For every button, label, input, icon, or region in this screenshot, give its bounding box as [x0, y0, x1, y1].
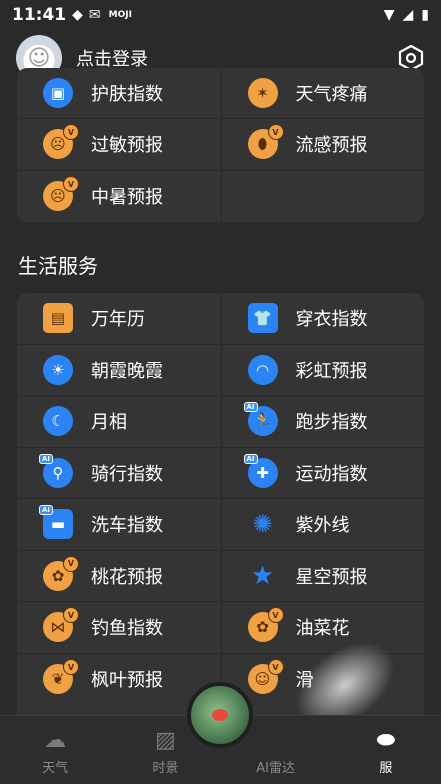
- grid-item-sunrise[interactable]: ☀ 朝霞晚霞: [17, 345, 221, 396]
- dumbbell-icon: ✚: [243, 453, 278, 488]
- fish-icon: ⋈: [43, 607, 79, 643]
- ai-radar-button[interactable]: [187, 682, 253, 748]
- list-row: ☀ 朝霞晚霞 ◠ 彩虹预报: [17, 344, 425, 396]
- item-label: 骑行指数: [91, 463, 163, 485]
- list-row: ☾ 月相 🏃 跑步指数: [17, 396, 424, 448]
- photo-icon: ▨: [154, 728, 176, 753]
- tab-label: 服: [379, 761, 393, 776]
- item-label: 彩虹预报: [295, 360, 368, 382]
- pain-icon: ✶: [247, 78, 278, 108]
- item-label: 万年历: [91, 309, 145, 331]
- item-label: 天气疼痛: [295, 84, 368, 105]
- grid-item-rainbow[interactable]: ◠ 彩虹预报: [220, 344, 425, 395]
- skincare-icon: ▣: [43, 78, 73, 108]
- services-icon: ⬬: [376, 728, 396, 753]
- status-bar: 11:41 ◆ ✉ MOJI ▼ ◢ ▮: [0, 0, 441, 30]
- notification-icon: ◆: [72, 7, 83, 23]
- grid-item-empty: [220, 170, 425, 222]
- status-time: 11:41: [12, 5, 67, 25]
- star-icon: ★: [250, 560, 275, 591]
- grid-item-uv[interactable]: ✺ 紫外线: [220, 499, 425, 550]
- rainbow-icon: ◠: [247, 354, 278, 385]
- moji-label: MOJI: [108, 10, 132, 20]
- cloud-icon: ☁: [44, 728, 67, 753]
- item-label: 紫外线: [295, 515, 350, 537]
- sunrise-icon: ☀: [43, 354, 73, 385]
- section-title: 生活服务: [18, 254, 98, 278]
- grid-item-rapeseed[interactable]: ✿ 油菜花: [220, 602, 425, 653]
- grid-item-calendar[interactable]: ▤ 万年历: [17, 293, 221, 344]
- running-icon: 🏃: [243, 402, 278, 437]
- item-label: 运动指数: [295, 463, 368, 485]
- tab-services[interactable]: ⬬ 服: [346, 728, 426, 776]
- rapeseed-flower-icon: ✿: [247, 607, 284, 643]
- maple-leaf-icon: ❦: [43, 659, 79, 695]
- grid-item-peach-blossom[interactable]: ✿ 桃花预报: [17, 551, 221, 602]
- moon-icon: ☾: [43, 406, 73, 437]
- tab-label: 天气: [42, 761, 69, 776]
- grid-item-running[interactable]: 🏃 跑步指数: [220, 396, 425, 447]
- item-label: 流感预报: [295, 135, 368, 157]
- item-label: 月相: [91, 412, 127, 434]
- grid-item-carwash[interactable]: ▬ 洗车指数: [17, 499, 221, 550]
- grid-item-moon[interactable]: ☾ 月相: [17, 396, 221, 447]
- tab-label: 时景: [152, 761, 179, 776]
- grid-item-skincare[interactable]: ▣ 护肤指数: [17, 68, 221, 118]
- radar-marker-icon: [212, 709, 228, 721]
- battery-icon: ▮: [421, 7, 429, 23]
- car-wash-icon: ▬: [39, 505, 73, 540]
- calendar-icon: ▤: [43, 303, 73, 334]
- grid-item-heatstroke[interactable]: ☹ 中暑预报: [17, 171, 221, 223]
- flower-icon: ✿: [43, 555, 79, 591]
- item-label: 星空预报: [295, 566, 368, 588]
- tab-weather[interactable]: ☁ 天气: [15, 728, 95, 776]
- shirt-icon: 👕: [247, 303, 278, 334]
- tab-label: AI雷达: [256, 761, 295, 776]
- list-row: ▬ 洗车指数 ✺ 紫外线: [17, 499, 424, 551]
- tab-ai-radar[interactable]: ● AI雷达: [236, 728, 316, 776]
- list-row: ✿ 桃花预报 ★ 星空预报: [17, 550, 425, 602]
- list-row: ☹ 过敏预报 ⬮ 流感预报: [17, 119, 424, 171]
- item-label: 跑步指数: [295, 412, 368, 434]
- heatstroke-icon: ☹: [43, 176, 79, 212]
- grid-item-stars[interactable]: ★ 星空预报: [220, 550, 425, 601]
- health-card: ▣ 护肤指数 ✶ 天气疼痛 ☹ 过敏预报 ⬮ 流感预报 ☹ 中暑预报: [17, 68, 424, 222]
- flu-pill-icon: ⬮: [247, 124, 284, 160]
- grid-item-fishing[interactable]: ⋈ 钓鱼指数: [17, 602, 221, 653]
- item-label: 桃花预报: [91, 566, 163, 588]
- item-label: 洗车指数: [91, 515, 163, 537]
- grid-item-allergy[interactable]: ☹ 过敏预报: [17, 119, 221, 170]
- item-label: 朝霞晚霞: [91, 360, 163, 382]
- uv-sun-icon: ✺: [252, 510, 273, 539]
- list-row: ⚲ 骑行指数 ✚ 运动指数: [17, 447, 425, 499]
- item-label: 钓鱼指数: [91, 618, 163, 640]
- signal-icon: ◢: [402, 7, 414, 23]
- grid-item-clothing[interactable]: 👕 穿衣指数: [220, 293, 425, 344]
- item-label: 油菜花: [295, 618, 350, 640]
- list-row: ▤ 万年历 👕 穿衣指数: [17, 293, 424, 345]
- grid-item-cycling[interactable]: ⚲ 骑行指数: [17, 448, 221, 499]
- item-label: 穿衣指数: [295, 309, 368, 331]
- list-row: ▣ 护肤指数 ✶ 天气疼痛: [17, 68, 424, 119]
- grid-item-flu[interactable]: ⬮ 流感预报: [220, 119, 425, 170]
- item-label: 枫叶预报: [91, 670, 163, 692]
- wifi-icon: ▼: [383, 7, 395, 23]
- bicycle-icon: ⚲: [39, 453, 73, 488]
- item-label: 中暑预报: [91, 187, 163, 209]
- item-label: 护肤指数: [91, 84, 163, 105]
- grid-item-pain[interactable]: ✶ 天气疼痛: [220, 68, 425, 118]
- allergy-icon: ☹: [43, 124, 79, 160]
- ski-icon: ☺: [247, 659, 284, 695]
- list-row: ☹ 中暑预报: [17, 170, 425, 223]
- bird-icon: ✉: [88, 7, 101, 23]
- item-label: 过敏预报: [91, 135, 163, 157]
- grid-item-maple[interactable]: ❦ 枫叶预报: [17, 654, 221, 706]
- grid-item-sport[interactable]: ✚ 运动指数: [220, 447, 425, 498]
